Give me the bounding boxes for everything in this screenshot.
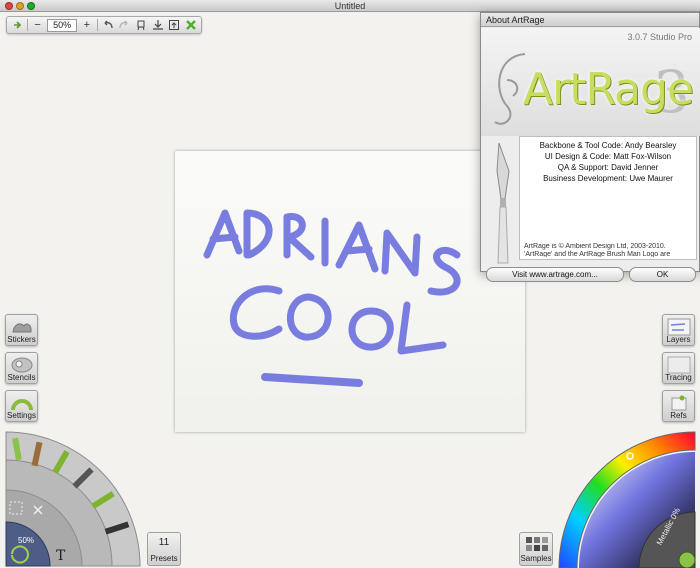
pin-icon xyxy=(671,395,687,411)
version-label: 3.0.7 Studio Pro xyxy=(627,32,692,42)
presets-button[interactable]: 11 Presets xyxy=(147,532,181,566)
tool-wheel[interactable]: T xyxy=(0,430,150,568)
layers-label: Layers xyxy=(666,335,691,344)
credit-line: QA & Support: David Jenner xyxy=(557,163,659,172)
text-tool-icon[interactable]: T xyxy=(56,548,66,564)
import-icon[interactable] xyxy=(151,18,165,32)
zoom-out-button[interactable]: − xyxy=(31,18,45,32)
canvas-drawing xyxy=(203,209,461,387)
dialog-title: About ArtRage xyxy=(481,13,699,27)
visit-website-button[interactable]: Visit www.artrage.com... xyxy=(486,267,624,282)
canvas-settings-icon[interactable] xyxy=(134,18,148,32)
credits-box: Backbone & Tool Code: Andy Bearsley UI D… xyxy=(519,136,697,260)
refs-label: Refs xyxy=(670,411,687,420)
presets-count: 11 xyxy=(158,537,170,548)
window-titlebar: Untitled xyxy=(0,0,700,12)
collapse-panels-icon[interactable] xyxy=(184,18,198,32)
about-dialog: About ArtRage 3.0.7 Studio Pro 3 ArtRage… xyxy=(480,12,700,282)
export-icon[interactable] xyxy=(168,18,182,32)
credit-line: UI Design & Code: Matt Fox-Wilson xyxy=(544,152,672,161)
stickers-button[interactable]: Stickers xyxy=(5,314,38,346)
toolbar-divider xyxy=(26,19,28,31)
presets-label: Presets xyxy=(150,554,178,563)
refs-button[interactable]: Refs xyxy=(662,390,695,422)
credit-line: Backbone & Tool Code: Andy Bearsley xyxy=(539,141,677,150)
color-picker[interactable] xyxy=(555,428,700,568)
samples-button[interactable]: Samples xyxy=(519,532,553,566)
credit-line: Business Development: Uwe Maurer xyxy=(543,174,673,183)
zoom-in-button[interactable]: + xyxy=(80,18,94,32)
stencils-icon xyxy=(11,357,33,373)
stickers-icon xyxy=(12,323,32,333)
stencils-button[interactable]: Stencils xyxy=(5,352,38,384)
window-title: Untitled xyxy=(334,1,366,11)
zoom-level-field[interactable]: 50% xyxy=(47,18,77,32)
tracing-label: Tracing xyxy=(665,373,692,382)
copyright-text: ArtRage is © Ambient Design Ltd, 2003-20… xyxy=(524,243,671,257)
layers-thumbnail-icon xyxy=(667,318,691,336)
logo-wordmark: ArtRage xyxy=(523,64,694,115)
palette-knife-icon xyxy=(496,142,510,264)
tool-zoom-label: 50% xyxy=(18,536,35,545)
layers-button[interactable]: Layers xyxy=(662,314,695,346)
stickers-label: Stickers xyxy=(7,335,36,344)
painting-canvas[interactable] xyxy=(175,151,525,432)
stencils-label: Stencils xyxy=(7,373,36,382)
settings-label: Settings xyxy=(7,411,36,420)
redo-icon[interactable] xyxy=(117,18,131,32)
tracing-thumbnail-icon xyxy=(667,356,691,374)
artrage-logo: 3.0.7 Studio Pro 3 ArtRage xyxy=(481,28,700,136)
undo-icon[interactable] xyxy=(101,18,115,32)
samples-label: Samples xyxy=(520,554,552,563)
samples-grid-icon xyxy=(526,537,548,551)
pin-toolbar-icon[interactable] xyxy=(10,18,24,32)
ok-button[interactable]: OK xyxy=(629,267,696,282)
settings-arc-icon xyxy=(11,399,33,411)
tracing-button[interactable]: Tracing xyxy=(662,352,695,384)
toolbar-divider xyxy=(96,19,98,31)
top-toolbar: − 50% + xyxy=(6,16,202,34)
color-swatch[interactable] xyxy=(678,551,696,568)
settings-button[interactable]: Settings xyxy=(5,390,38,422)
